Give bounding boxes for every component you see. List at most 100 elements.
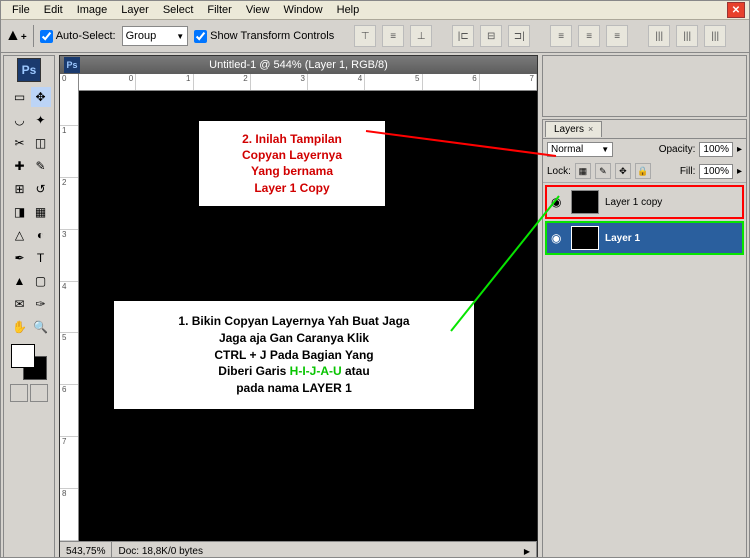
show-transform-label: Show Transform Controls: [210, 30, 334, 42]
status-bar: 543,75% Doc: 18,8K/0 bytes ▶: [60, 541, 537, 558]
crop-tool[interactable]: ✂: [9, 132, 31, 154]
gradient-tool[interactable]: ▦: [30, 201, 52, 223]
visibility-toggle-icon[interactable]: ◉: [551, 195, 565, 209]
layer-thumbnail[interactable]: [571, 226, 599, 250]
lock-position-icon[interactable]: ✥: [615, 163, 631, 179]
stamp-tool[interactable]: ⊞: [9, 178, 31, 200]
layer-item-layer1copy[interactable]: ◉ Layer 1 copy: [545, 185, 744, 219]
menu-edit[interactable]: Edit: [37, 2, 70, 18]
blur-tool[interactable]: △: [9, 224, 31, 246]
chevron-right-icon[interactable]: ▶: [524, 547, 530, 556]
brush-tool[interactable]: ✎: [30, 155, 52, 177]
auto-select-checkbox[interactable]: Auto-Select:: [40, 30, 116, 43]
menu-help[interactable]: Help: [330, 2, 367, 18]
distribute-bottom-icon[interactable]: ≡: [606, 25, 628, 47]
layer-name[interactable]: Layer 1: [605, 233, 640, 244]
eyedropper-tool[interactable]: ✑: [30, 293, 52, 315]
menu-select[interactable]: Select: [156, 2, 201, 18]
lock-transparency-icon[interactable]: ▦: [575, 163, 591, 179]
show-transform-input[interactable]: [194, 30, 207, 43]
notes-tool[interactable]: ✉: [9, 293, 31, 315]
toolbox: Ps ▭ ✥ ◡ ✦ ✂ ◫ ✚ ✎ ⊞ ↺ ◨ ▦ △ ◐ ✒ T ▲ ▢ ✉: [3, 55, 55, 558]
close-icon[interactable]: ×: [588, 124, 593, 134]
layer-item-layer1[interactable]: ◉ Layer 1: [545, 221, 744, 255]
menu-layer[interactable]: Layer: [114, 2, 156, 18]
blend-mode-combo[interactable]: Normal▼: [547, 142, 613, 157]
align-right-icon[interactable]: ⊐|: [508, 25, 530, 47]
lasso-tool[interactable]: ◡: [9, 109, 31, 131]
options-bar: ▲+ Auto-Select: Group ▼ Show Transform C…: [1, 20, 749, 53]
align-vcenter-icon[interactable]: ≡: [382, 25, 404, 47]
healing-brush-tool[interactable]: ✚: [9, 155, 31, 177]
tab-layers[interactable]: Layers×: [545, 121, 602, 137]
quickmask-icon[interactable]: [10, 384, 28, 402]
fill-label: Fill:: [680, 166, 696, 177]
chevron-down-icon: ▼: [601, 145, 609, 154]
shape-tool[interactable]: ▢: [30, 270, 52, 292]
menu-window[interactable]: Window: [277, 2, 330, 18]
doc-info-readout[interactable]: Doc: 18,8K/0 bytes ▶: [112, 542, 537, 558]
window-close-button[interactable]: ✕: [727, 2, 745, 18]
annotation-note-2: 2. Inilah Tampilan Copyan Layernya Yang …: [199, 121, 385, 206]
zoom-tool[interactable]: 🔍: [30, 316, 52, 338]
distribute-top-icon[interactable]: ≡: [550, 25, 572, 47]
eraser-tool[interactable]: ◨: [9, 201, 31, 223]
color-swatches[interactable]: [11, 344, 47, 380]
opacity-label: Opacity:: [659, 144, 696, 155]
align-hcenter-icon[interactable]: ⊟: [480, 25, 502, 47]
move-tool-icon: ▲+: [5, 27, 27, 45]
auto-select-input[interactable]: [40, 30, 53, 43]
app-window: ✕ File Edit Image Layer Select Filter Vi…: [0, 0, 750, 558]
main-area: Ps ▭ ✥ ◡ ✦ ✂ ◫ ✚ ✎ ⊞ ↺ ◨ ▦ △ ◐ ✒ T ▲ ▢ ✉: [1, 53, 749, 558]
annotation-note-1: 1. Bikin Copyan Layernya Yah Buat Jaga J…: [114, 301, 474, 409]
screenmode-icon[interactable]: [30, 384, 48, 402]
hand-tool[interactable]: ✋: [9, 316, 31, 338]
photoshop-logo-icon: Ps: [17, 58, 41, 82]
distribute-left-icon[interactable]: |||: [648, 25, 670, 47]
distribute-hcenter-icon[interactable]: |||: [676, 25, 698, 47]
minimized-panel-1[interactable]: [542, 55, 747, 117]
chevron-right-icon[interactable]: ▸: [737, 166, 742, 177]
menu-file[interactable]: File: [5, 2, 37, 18]
canvas[interactable]: 2. Inilah Tampilan Copyan Layernya Yang …: [79, 91, 537, 541]
layers-list: ◉ Layer 1 copy ◉ Layer 1: [543, 183, 746, 259]
distribute-right-icon[interactable]: |||: [704, 25, 726, 47]
layer-name[interactable]: Layer 1 copy: [605, 197, 662, 208]
show-transform-checkbox[interactable]: Show Transform Controls: [194, 30, 334, 43]
opacity-value[interactable]: 100%: [699, 142, 733, 157]
align-left-icon[interactable]: |⊏: [452, 25, 474, 47]
vertical-ruler: 0 1 2 3 4 5 6 7 8: [60, 74, 79, 541]
auto-select-type-combo[interactable]: Group ▼: [122, 26, 189, 46]
magic-wand-tool[interactable]: ✦: [30, 109, 52, 131]
foreground-color[interactable]: [11, 344, 35, 368]
visibility-toggle-icon[interactable]: ◉: [551, 231, 565, 245]
auto-select-type-value: Group: [126, 30, 157, 42]
layer-thumbnail[interactable]: [571, 190, 599, 214]
slice-tool[interactable]: ◫: [30, 132, 52, 154]
type-tool[interactable]: T: [30, 247, 52, 269]
pen-tool[interactable]: ✒: [9, 247, 31, 269]
history-brush-tool[interactable]: ↺: [30, 178, 52, 200]
menubar: File Edit Image Layer Select Filter View…: [1, 1, 749, 20]
auto-select-label: Auto-Select:: [56, 30, 116, 42]
path-select-tool[interactable]: ▲: [9, 270, 31, 292]
align-bottom-icon[interactable]: ⊥: [410, 25, 432, 47]
distribute-vcenter-icon[interactable]: ≡: [578, 25, 600, 47]
dodge-tool[interactable]: ◐: [30, 224, 52, 246]
document-title: Untitled-1 @ 544% (Layer 1, RGB/8): [209, 59, 388, 71]
horizontal-ruler: 0 1 2 3 4 5 6 7: [79, 74, 537, 91]
menu-filter[interactable]: Filter: [200, 2, 238, 18]
menu-image[interactable]: Image: [70, 2, 115, 18]
chevron-right-icon[interactable]: ▸: [737, 144, 742, 155]
move-tool[interactable]: ✥: [30, 86, 52, 108]
lock-all-icon[interactable]: 🔒: [635, 163, 651, 179]
layers-panel: Layers× Normal▼ Opacity: 100% ▸ Lock: ▦ …: [542, 119, 747, 558]
lock-pixels-icon[interactable]: ✎: [595, 163, 611, 179]
fill-value[interactable]: 100%: [699, 164, 733, 179]
zoom-readout[interactable]: 543,75%: [60, 542, 112, 558]
doc-ps-icon: Ps: [64, 57, 80, 73]
menu-view[interactable]: View: [239, 2, 277, 18]
marquee-tool[interactable]: ▭: [9, 86, 31, 108]
document-titlebar[interactable]: Ps Untitled-1 @ 544% (Layer 1, RGB/8): [60, 56, 537, 74]
align-top-icon[interactable]: ⊤: [354, 25, 376, 47]
